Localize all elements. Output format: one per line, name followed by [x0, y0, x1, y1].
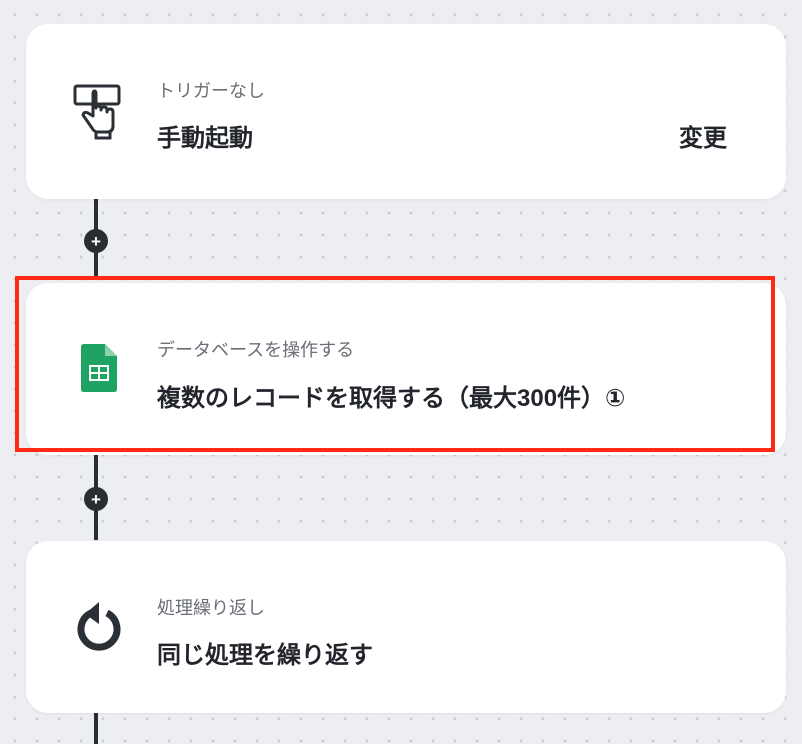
step-title: 手動起動: [157, 125, 253, 152]
hand-pointer-icon: [72, 84, 126, 140]
change-trigger-button[interactable]: 変更: [679, 118, 727, 153]
add-step-button[interactable]: +: [84, 229, 108, 253]
loop-icon: [72, 599, 126, 653]
step-title: 同じ処理を繰り返す: [157, 642, 373, 669]
step-category-label: トリガーなし: [157, 81, 265, 101]
step-card-database[interactable]: データベースを操作する 複数のレコードを取得する（最大300件）①: [26, 283, 786, 455]
step-card-trigger[interactable]: トリガーなし 手動起動 変更: [26, 24, 786, 199]
step-title: 複数のレコードを取得する（最大300件）①: [157, 385, 626, 412]
step-category-label: 処理繰り返し: [157, 598, 265, 618]
step-card-loop[interactable]: 処理繰り返し 同じ処理を繰り返す: [26, 541, 786, 713]
google-sheets-icon: [72, 341, 126, 395]
step-category-label: データベースを操作する: [157, 340, 355, 360]
flow-connector-line: [94, 712, 98, 744]
add-step-button[interactable]: +: [84, 487, 108, 511]
